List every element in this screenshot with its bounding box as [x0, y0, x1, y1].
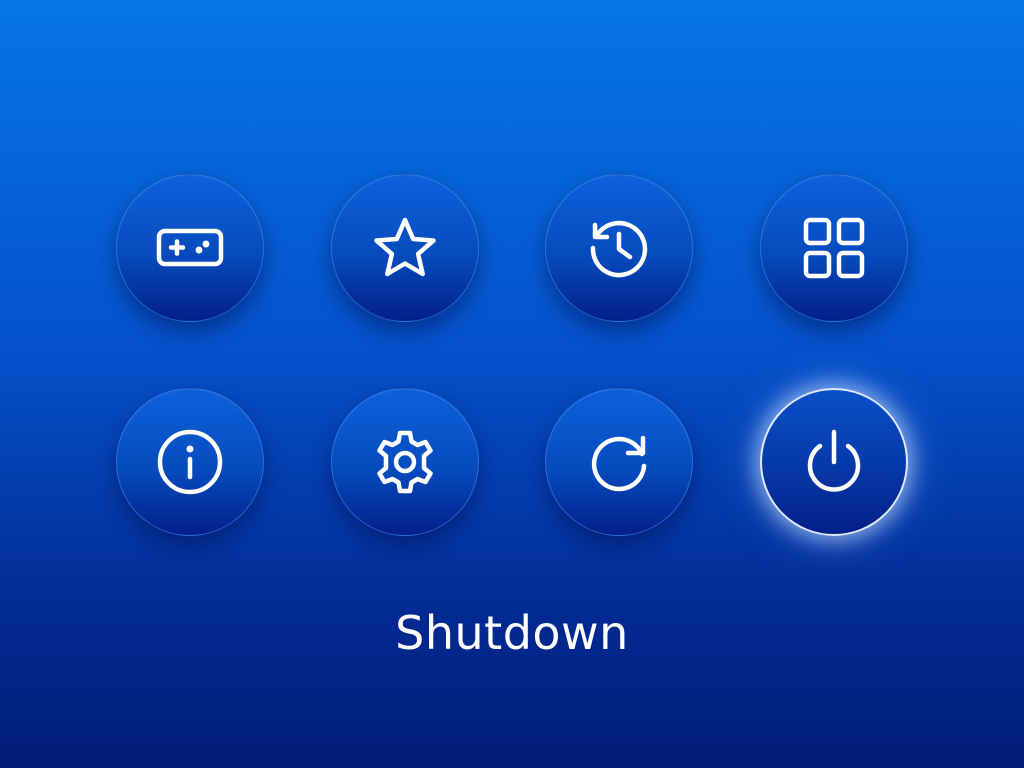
info-icon: [157, 429, 223, 495]
games-button[interactable]: [116, 174, 264, 322]
history-button[interactable]: [545, 174, 693, 322]
apps-grid-icon: [803, 217, 865, 279]
gear-icon: [377, 430, 433, 494]
refresh-icon: [591, 435, 647, 492]
power-icon: [807, 429, 861, 492]
gamepad-icon: [156, 228, 224, 267]
history-icon: [590, 220, 648, 278]
info-button[interactable]: [116, 388, 264, 536]
selected-option-label: Shutdown: [395, 606, 629, 660]
restart-button[interactable]: [545, 388, 693, 536]
shutdown-button[interactable]: [760, 388, 908, 536]
favorites-button[interactable]: [331, 174, 479, 322]
apps-button[interactable]: [760, 174, 908, 322]
star-icon: [374, 217, 436, 277]
settings-button[interactable]: [331, 388, 479, 536]
